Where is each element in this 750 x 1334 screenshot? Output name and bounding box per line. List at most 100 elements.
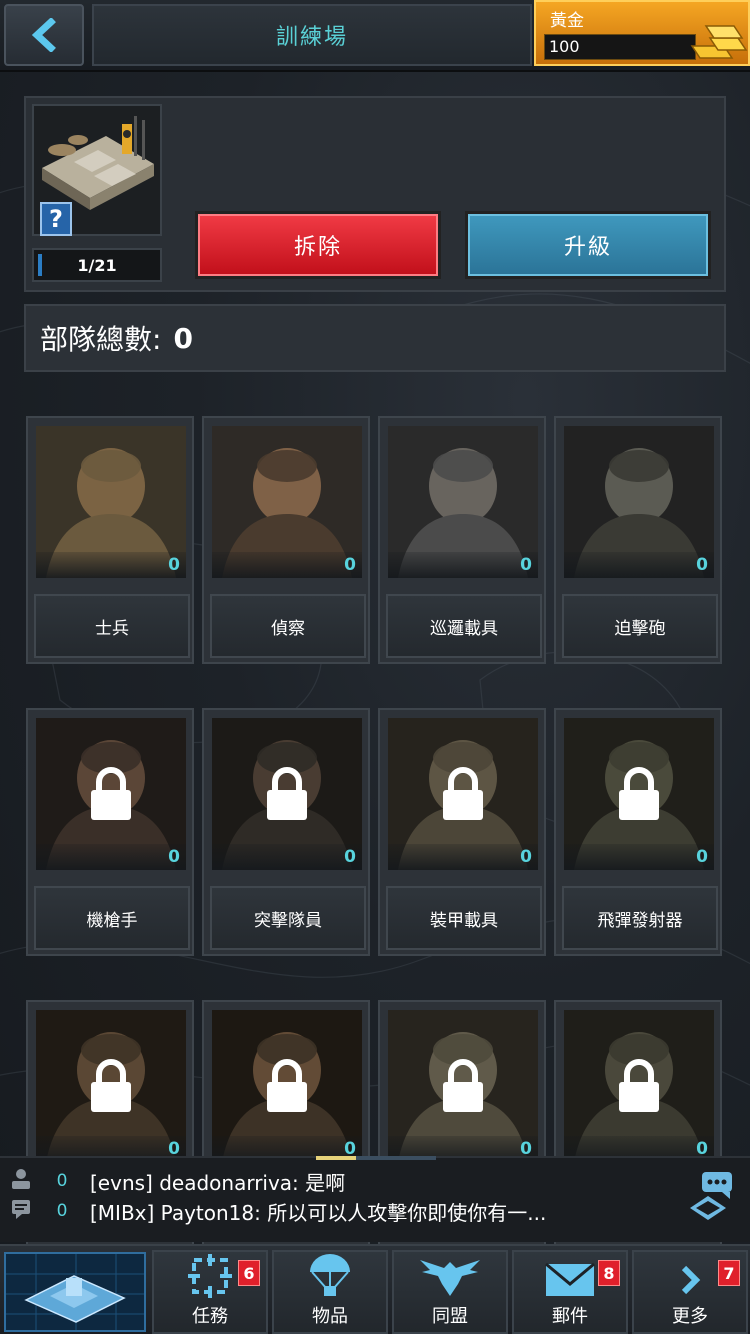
nav-alliance[interactable]: 同盟 — [392, 1250, 508, 1334]
chat-channel-tab — [396, 1156, 436, 1160]
help-icon[interactable]: ? — [40, 202, 72, 236]
demolish-button[interactable]: 拆除 — [198, 214, 438, 276]
chat-channel-tab — [356, 1156, 396, 1160]
unit-name: 迫擊砲 — [614, 618, 666, 639]
unit-portrait: 0 — [212, 426, 362, 578]
notification-badge: 8 — [598, 1260, 620, 1286]
back-button[interactable] — [4, 4, 84, 66]
unit-card[interactable]: 0 飛彈發射器 — [554, 708, 722, 956]
page-title: 訓練場 — [275, 25, 348, 50]
open-chat-button[interactable] — [686, 1166, 740, 1226]
lock-icon — [91, 767, 131, 820]
unit-name-button[interactable]: 巡邏載具 — [386, 594, 542, 658]
building-thumbnail[interactable]: ? — [32, 104, 162, 236]
unit-count: 0 — [212, 552, 362, 578]
unit-portrait: 0 — [388, 426, 538, 578]
nav-label: 郵件 — [552, 1306, 588, 1327]
nav-label: 更多 — [672, 1306, 708, 1327]
chat-channel-indicator — [316, 1156, 436, 1160]
chat-bubble-icon — [10, 1198, 34, 1225]
troop-total-bar: 部隊總數: 0 — [24, 304, 726, 372]
base-map-icon — [6, 1254, 144, 1330]
lock-icon — [443, 1059, 483, 1112]
unit-name-button[interactable]: 突擊隊員 — [210, 886, 366, 950]
chat-count: 0 — [56, 1171, 68, 1191]
unit-card[interactable]: 0 裝甲載具 — [378, 708, 546, 956]
target-icon — [188, 1254, 232, 1298]
nav-label: 物品 — [312, 1306, 348, 1327]
lock-icon — [267, 1059, 307, 1112]
unit-count: 0 — [564, 552, 714, 578]
unit-name: 突擊隊員 — [254, 910, 322, 931]
person-icon — [10, 1168, 34, 1195]
unit-card[interactable]: 0 機槍手 — [26, 708, 194, 956]
unit-portrait: 0 — [36, 718, 186, 870]
unit-name-button[interactable]: 飛彈發射器 — [562, 886, 718, 950]
unit-name-button[interactable]: 迫擊砲 — [562, 594, 718, 658]
unit-name-button[interactable]: 裝甲載具 — [386, 886, 542, 950]
unit-portrait: 0 — [564, 718, 714, 870]
unit-portrait: 0 — [36, 426, 186, 578]
eagle-icon — [420, 1260, 480, 1296]
unit-name: 機槍手 — [86, 910, 138, 931]
nav-mail[interactable]: 郵件 8 — [512, 1250, 628, 1334]
notification-badge: 6 — [238, 1260, 260, 1286]
level-progress-fill — [38, 254, 42, 276]
title-bar: 訓練場 — [92, 4, 532, 66]
unit-name: 裝甲載具 — [430, 910, 498, 931]
nav-label: 同盟 — [432, 1306, 468, 1327]
lock-icon — [619, 1059, 659, 1112]
unit-portrait: 0 — [388, 1010, 538, 1162]
top-bar: 訓練場 黃金 100 — [0, 0, 750, 72]
unit-name: 偵察 — [271, 618, 305, 639]
nav-more[interactable]: 更多 7 — [632, 1250, 748, 1334]
unit-name-button[interactable]: 機槍手 — [34, 886, 190, 950]
unit-name-button[interactable]: 士兵 — [34, 594, 190, 658]
unit-portrait: 0 — [564, 1010, 714, 1162]
gold-value: 100 — [544, 34, 696, 60]
unit-card[interactable]: 0 士兵 — [26, 416, 194, 664]
unit-portrait: 0 — [564, 426, 714, 578]
lock-icon — [91, 1059, 131, 1112]
unit-name-button[interactable]: 偵察 — [210, 594, 366, 658]
base-view-button[interactable] — [4, 1252, 146, 1332]
upgrade-button[interactable]: 升級 — [468, 214, 708, 276]
chat-message: [evns] deadonarriva: 是啊 — [90, 1170, 346, 1195]
unit-count: 0 — [36, 844, 186, 870]
nav-items[interactable]: 物品 — [272, 1250, 388, 1334]
unit-count: 0 — [564, 844, 714, 870]
unit-portrait: 0 — [212, 718, 362, 870]
chat-bar[interactable]: 0 [evns] deadonarriva: 是啊 0 [MIBx] Payto… — [0, 1156, 750, 1242]
unit-name: 士兵 — [95, 618, 129, 639]
unit-count: 0 — [388, 844, 538, 870]
unit-count: 0 — [212, 844, 362, 870]
gold-label: 黃金 — [550, 11, 584, 31]
gold-panel[interactable]: 黃金 100 — [534, 0, 750, 66]
unit-card[interactable]: 0 巡邏載具 — [378, 416, 546, 664]
lock-icon — [267, 767, 307, 820]
level-text: 1/21 — [77, 255, 117, 275]
bottom-navigation: 任務 6 物品 同盟 郵件 8 更多 7 — [0, 1244, 750, 1334]
mail-icon — [545, 1262, 595, 1296]
lock-icon — [443, 767, 483, 820]
chevron-right-icon — [681, 1265, 701, 1295]
chat-channel-tab — [316, 1156, 356, 1160]
notification-badge: 7 — [718, 1260, 740, 1286]
chat-row[interactable]: 0 [evns] deadonarriva: 是啊 — [0, 1166, 680, 1196]
troop-total-label: 部隊總數: — [40, 323, 162, 356]
chat-open-icon — [690, 1172, 732, 1220]
troop-total-value: 0 — [173, 321, 193, 355]
chat-row[interactable]: 0 [MIBx] Payton18: 所以可以人攻擊你即使你有一... — [0, 1196, 680, 1226]
unit-card[interactable]: 0 偵察 — [202, 416, 370, 664]
chat-count: 0 — [56, 1201, 68, 1221]
unit-name: 巡邏載具 — [430, 618, 498, 639]
chevron-left-icon — [31, 18, 56, 52]
unit-card[interactable]: 0 迫擊砲 — [554, 416, 722, 664]
unit-card[interactable]: 0 突擊隊員 — [202, 708, 370, 956]
chat-message: [MIBx] Payton18: 所以可以人攻擊你即使你有一... — [90, 1200, 547, 1225]
nav-missions[interactable]: 任務 6 — [152, 1250, 268, 1334]
nav-label: 任務 — [192, 1306, 228, 1327]
unit-name: 飛彈發射器 — [597, 910, 683, 931]
building-level: 1/21 — [32, 248, 162, 282]
unit-portrait: 0 — [388, 718, 538, 870]
